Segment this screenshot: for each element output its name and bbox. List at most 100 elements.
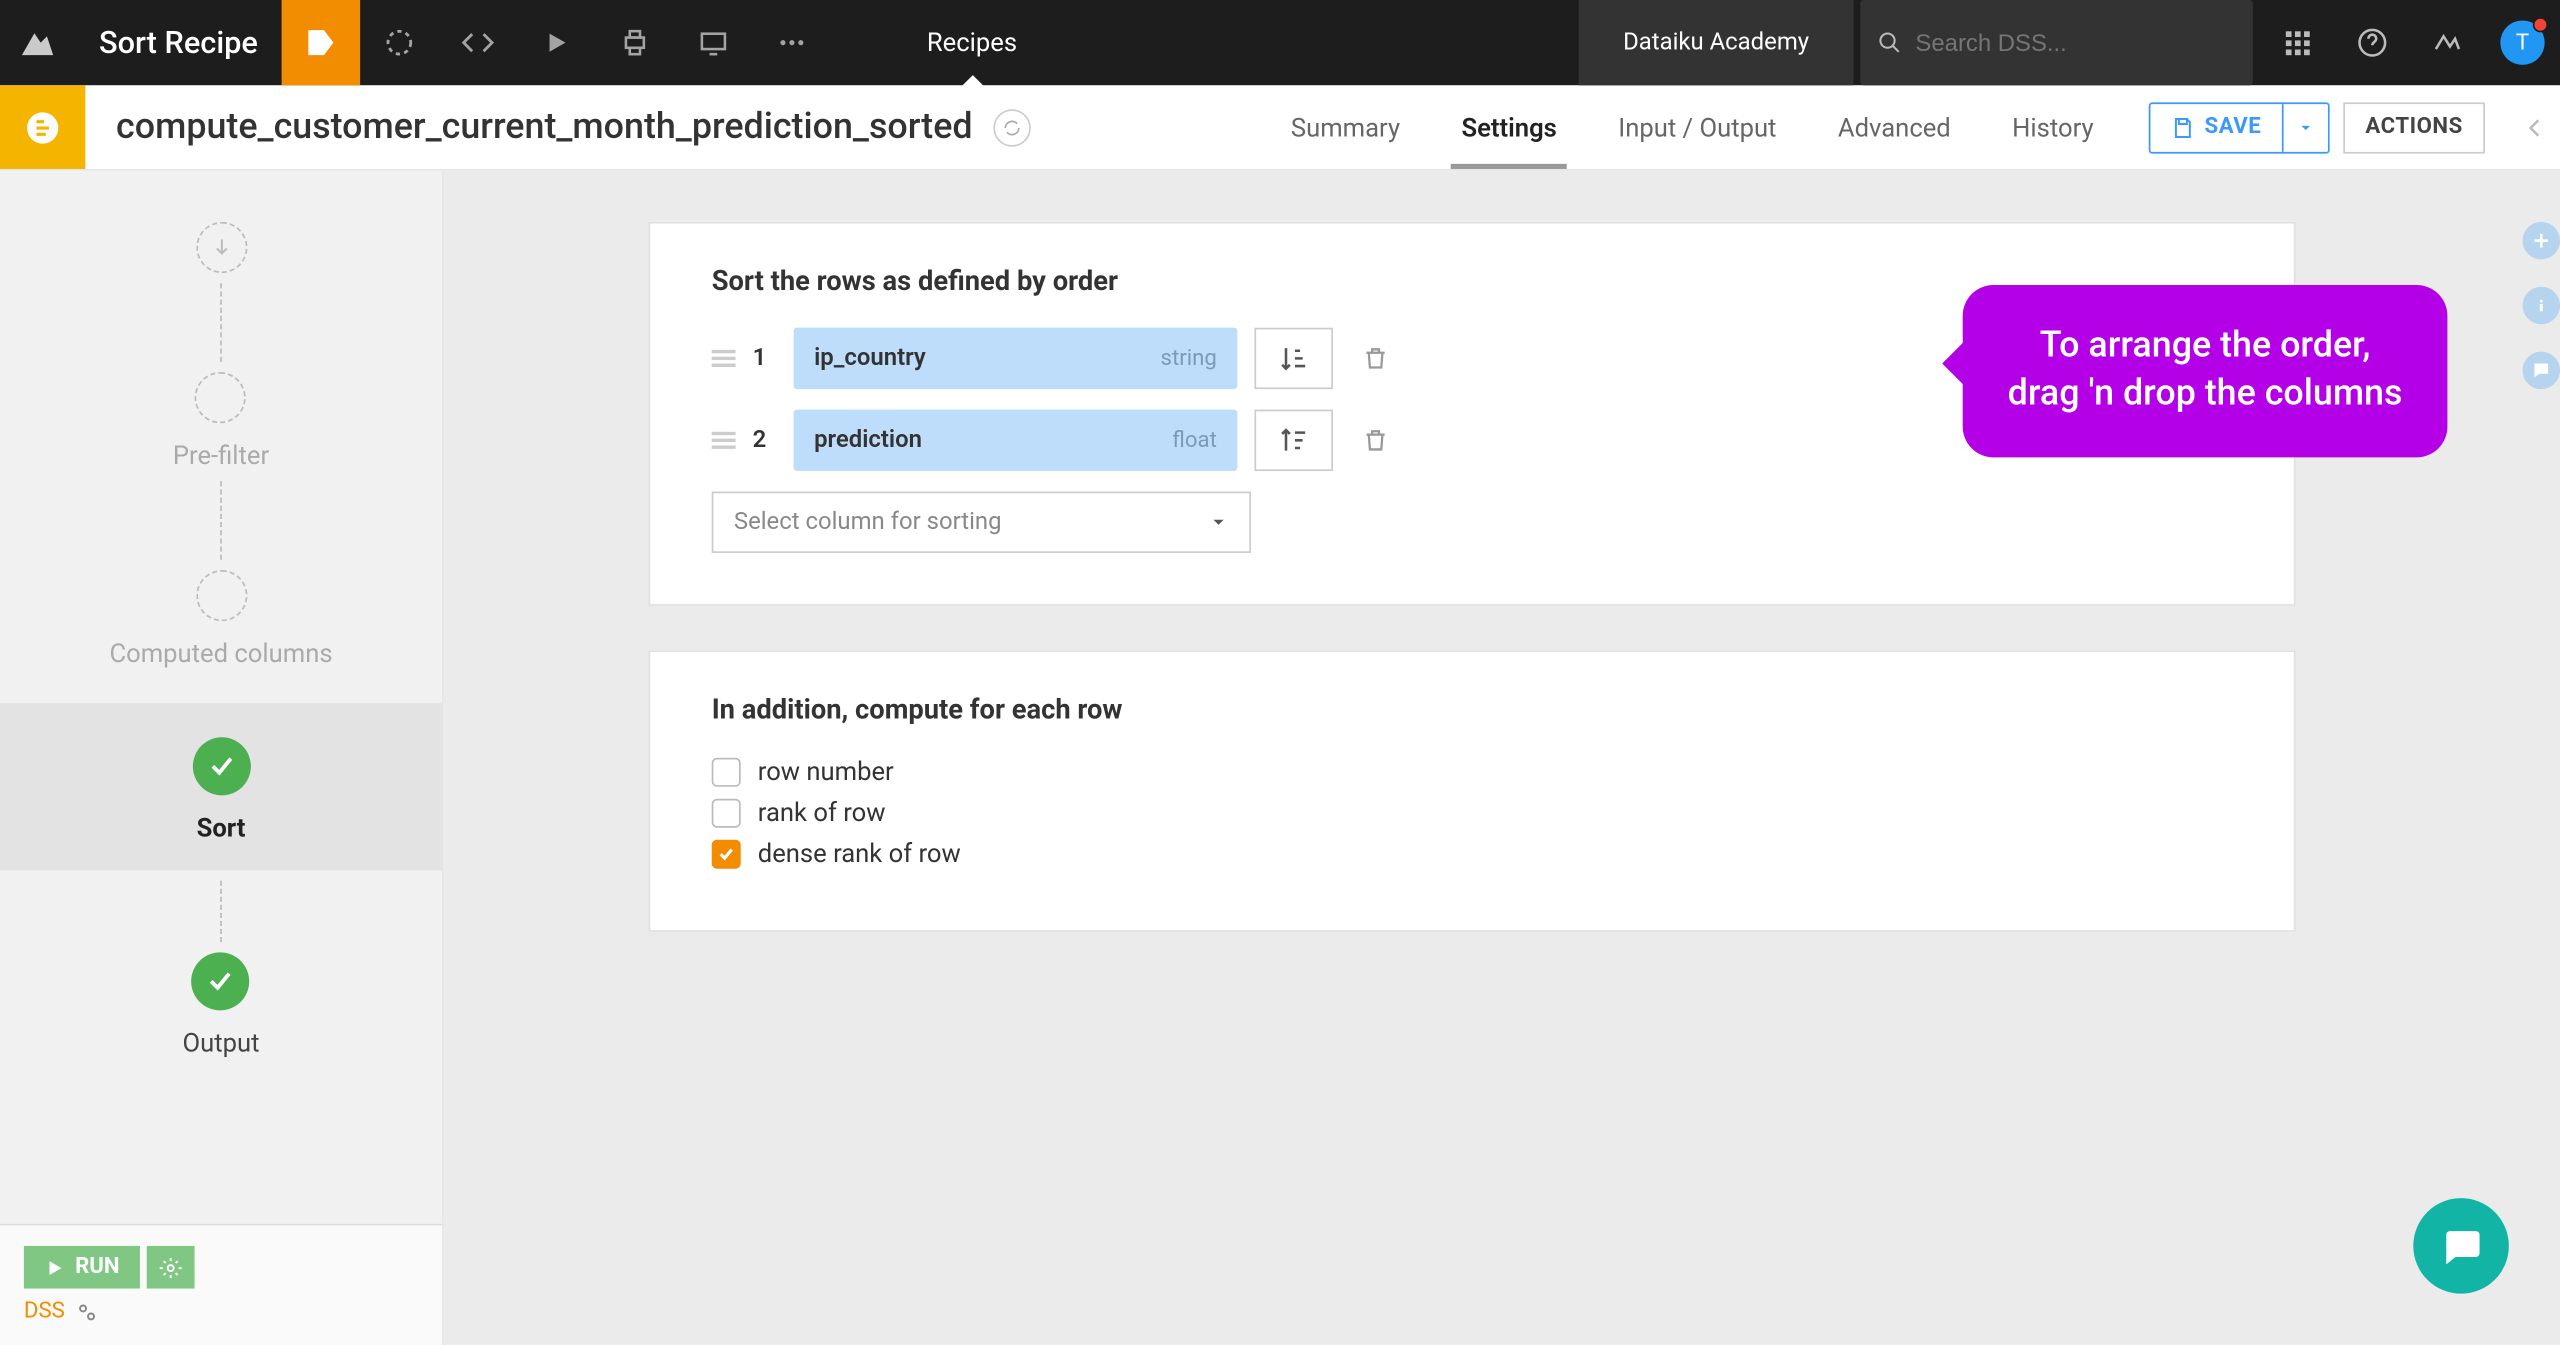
delete-row-button[interactable] xyxy=(1350,427,1401,454)
sort-asc-button[interactable] xyxy=(1254,328,1333,389)
flow-icon[interactable] xyxy=(360,0,439,85)
right-rail xyxy=(2523,171,2560,389)
tab-summary[interactable]: Summary xyxy=(1260,85,1431,169)
run-settings-button[interactable] xyxy=(147,1246,195,1289)
collapse-arrow-icon[interactable] xyxy=(2509,85,2560,169)
tab-io[interactable]: Input / Output xyxy=(1588,85,1808,169)
compute-panel-heading: In addition, compute for each row xyxy=(712,693,2233,725)
sort-column-type: float xyxy=(1172,428,1217,454)
checkbox-icon xyxy=(712,757,741,786)
recipe-type-icon[interactable] xyxy=(282,0,361,85)
compute-panel: In addition, compute for each row row nu… xyxy=(649,650,2296,932)
drag-handle-icon[interactable] xyxy=(712,350,736,367)
step-sort[interactable]: Sort xyxy=(0,703,442,870)
notification-dot-icon xyxy=(2533,17,2548,32)
checkbox-label: row number xyxy=(758,756,894,787)
step-computed[interactable]: Computed columns xyxy=(109,570,332,669)
sort-asc-icon xyxy=(1278,343,1309,374)
search-icon xyxy=(1877,29,1901,56)
trash-icon xyxy=(1362,427,1389,454)
topbar-title: Sort Recipe xyxy=(75,0,282,85)
play-icon[interactable] xyxy=(517,0,596,85)
save-caret-icon[interactable] xyxy=(2282,103,2328,151)
academy-link[interactable]: Dataiku Academy xyxy=(1579,0,1854,85)
step-sort-label: Sort xyxy=(197,812,246,843)
step-output-label: Output xyxy=(183,1027,260,1058)
engine-indicator[interactable]: DSS xyxy=(24,1299,418,1325)
sort-row-index: 1 xyxy=(753,345,777,372)
drag-handle-icon[interactable] xyxy=(712,432,736,449)
app-logo-icon[interactable] xyxy=(0,0,75,85)
topbar-tab-recipes[interactable]: Recipes xyxy=(883,0,1062,85)
more-icon[interactable] xyxy=(753,0,832,85)
main-area: Sort the rows as defined by order 1 ip_c… xyxy=(444,171,2560,1345)
checkbox-dense-rank[interactable]: dense rank of row xyxy=(712,838,2233,869)
step-prefilter-label: Pre-filter xyxy=(173,440,269,471)
step-computed-label: Computed columns xyxy=(109,638,332,669)
chevron-down-icon xyxy=(1208,512,1228,532)
sort-column-name: ip_country xyxy=(814,345,926,372)
tab-settings[interactable]: Settings xyxy=(1431,85,1588,169)
checkbox-label: rank of row xyxy=(758,797,886,828)
checkbox-rank[interactable]: rank of row xyxy=(712,797,2233,828)
recipe-name: compute_customer_current_month_predictio… xyxy=(85,85,1061,169)
check-icon xyxy=(206,966,237,997)
add-icon[interactable] xyxy=(2523,222,2560,260)
subheader: compute_customer_current_month_predictio… xyxy=(0,85,2560,170)
steps-sidebar: Pre-filter Computed columns Sort xyxy=(0,171,444,1345)
sort-column-chip[interactable]: prediction float xyxy=(794,410,1238,471)
add-sort-column-select[interactable]: Select column for sorting xyxy=(712,492,1251,553)
apps-icon[interactable] xyxy=(2260,0,2335,85)
sort-desc-button[interactable] xyxy=(1254,410,1333,471)
engine-label: DSS xyxy=(24,1299,65,1325)
gears-icon xyxy=(75,1300,99,1324)
chat-icon xyxy=(2439,1224,2483,1268)
sort-column-type: string xyxy=(1161,346,1217,372)
sort-row-index: 2 xyxy=(753,427,777,454)
print-icon[interactable] xyxy=(596,0,675,85)
connector xyxy=(220,870,222,952)
arrow-down-icon xyxy=(209,236,233,260)
step-prefilter[interactable]: Pre-filter xyxy=(173,372,269,570)
screen-icon[interactable] xyxy=(674,0,753,85)
sort-column-chip[interactable]: ip_country string xyxy=(794,328,1238,389)
checkbox-icon xyxy=(712,798,741,827)
check-icon xyxy=(206,751,237,782)
avatar-letter: T xyxy=(2516,30,2529,56)
main-body: Pre-filter Computed columns Sort xyxy=(0,171,2560,1345)
user-avatar[interactable]: T xyxy=(2485,0,2560,85)
gear-icon xyxy=(159,1255,183,1279)
code-icon[interactable] xyxy=(439,0,518,85)
step-input[interactable] xyxy=(195,222,246,372)
checkbox-row-number[interactable]: row number xyxy=(712,756,2233,787)
search-input[interactable] xyxy=(1915,29,2235,56)
recipe-badge-icon xyxy=(0,85,85,169)
recipe-name-text: compute_customer_current_month_predictio… xyxy=(116,107,973,148)
sort-column-name: prediction xyxy=(814,427,922,454)
step-output[interactable]: Output xyxy=(183,952,260,1058)
search-box[interactable] xyxy=(1860,0,2253,85)
refresh-icon[interactable] xyxy=(993,108,1031,146)
activity-icon[interactable] xyxy=(2410,0,2485,85)
actions-button[interactable]: ACTIONS xyxy=(2343,102,2485,153)
save-button[interactable]: SAVE xyxy=(2148,102,2329,153)
info-icon[interactable] xyxy=(2523,287,2560,325)
tab-history[interactable]: History xyxy=(1981,85,2124,169)
comment-icon[interactable] xyxy=(2523,352,2560,390)
play-icon xyxy=(44,1257,64,1277)
save-icon xyxy=(2170,115,2194,139)
help-icon[interactable] xyxy=(2335,0,2410,85)
sort-desc-icon xyxy=(1278,425,1309,456)
trash-icon xyxy=(1362,345,1389,372)
checkbox-label: dense rank of row xyxy=(758,838,961,869)
delete-row-button[interactable] xyxy=(1350,345,1401,372)
tab-advanced[interactable]: Advanced xyxy=(1807,85,1981,169)
select-placeholder: Select column for sorting xyxy=(734,509,1002,536)
run-footer: RUN DSS xyxy=(0,1224,442,1345)
run-button[interactable]: RUN xyxy=(24,1246,140,1289)
run-label: RUN xyxy=(75,1254,120,1280)
subheader-tabs: Summary Settings Input / Output Advanced… xyxy=(1260,85,2124,169)
checkbox-checked-icon xyxy=(712,839,741,868)
chat-fab[interactable] xyxy=(2413,1198,2509,1294)
topbar: Sort Recipe Recipes Dataiku Academy xyxy=(0,0,2560,85)
